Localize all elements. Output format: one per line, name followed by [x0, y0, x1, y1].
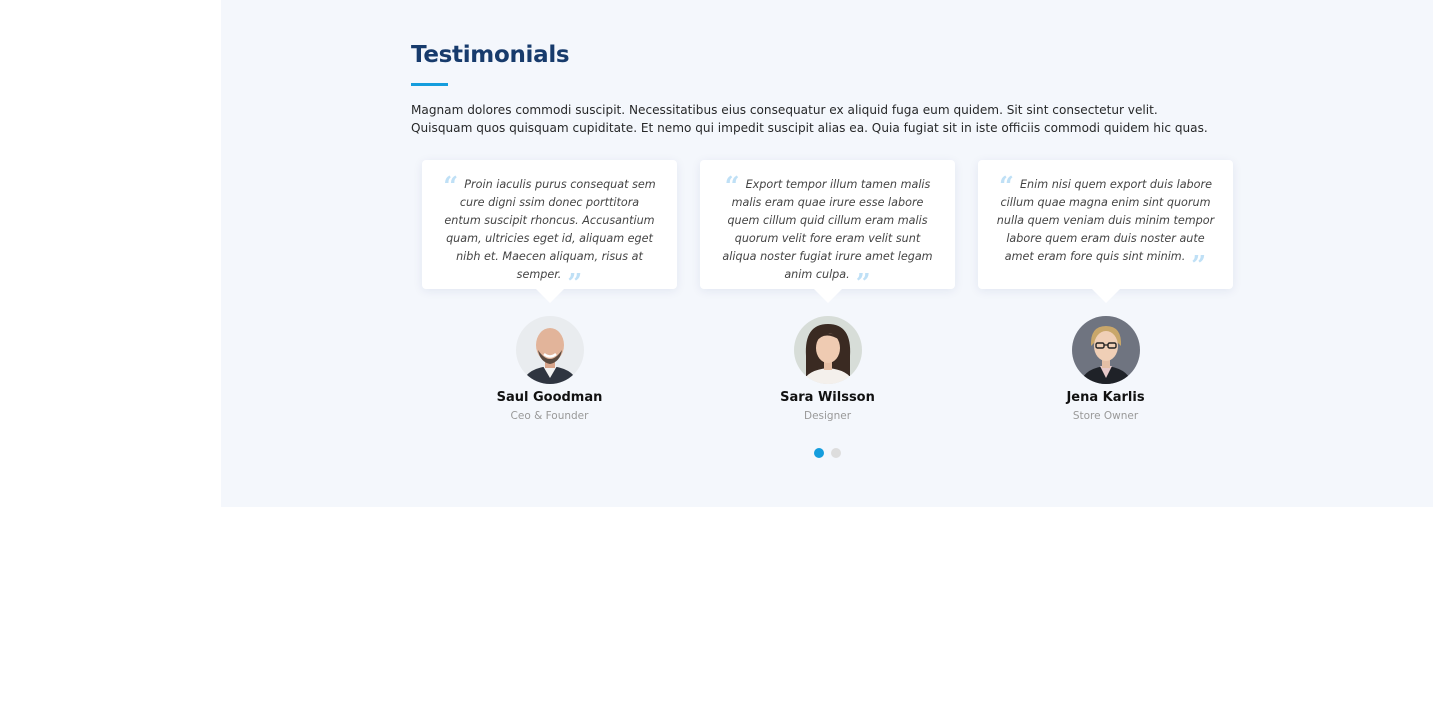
title-underline — [411, 83, 448, 86]
testimonial-role: Designer — [803, 410, 852, 422]
testimonials-carousel[interactable]: “Proin iaculis purus consequat sem cure … — [422, 160, 1234, 440]
testimonial-name: Saul Goodman — [496, 390, 603, 405]
pagination-dot-2[interactable] — [831, 448, 841, 458]
testimonial-quote: Export tempor illum tamen malis malis er… — [722, 178, 933, 281]
testimonial-role: Store Owner — [1072, 410, 1139, 422]
testimonial-card: “Export tempor illum tamen malis malis e… — [700, 160, 955, 303]
testimonial-quote: Enim nisi quem export duis labore cillum… — [996, 178, 1215, 263]
testimonial-item: “Export tempor illum tamen malis malis e… — [700, 160, 955, 422]
testimonials-section: Testimonials Magnam dolores commodi susc… — [221, 0, 1433, 507]
section-description: Magnam dolores commodi suscipit. Necessi… — [411, 103, 1208, 135]
section-title: Testimonials — [411, 42, 570, 68]
testimonial-name: Sara Wilsson — [780, 390, 875, 405]
testimonial-item: “Proin iaculis purus consequat sem cure … — [422, 160, 677, 422]
pagination-dot-1[interactable] — [814, 448, 824, 458]
testimonial-card: “Enim nisi quem export duis labore cillu… — [978, 160, 1233, 303]
testimonial-card: “Proin iaculis purus consequat sem cure … — [422, 160, 677, 303]
avatar — [1071, 316, 1140, 384]
testimonial-item: “Enim nisi quem export duis labore cillu… — [978, 160, 1233, 422]
avatar — [515, 316, 584, 384]
testimonial-quote: Proin iaculis purus consequat sem cure d… — [444, 178, 656, 281]
testimonial-name: Jena Karlis — [1066, 390, 1145, 405]
avatar — [793, 316, 862, 384]
testimonial-role: Ceo & Founder — [510, 410, 589, 422]
